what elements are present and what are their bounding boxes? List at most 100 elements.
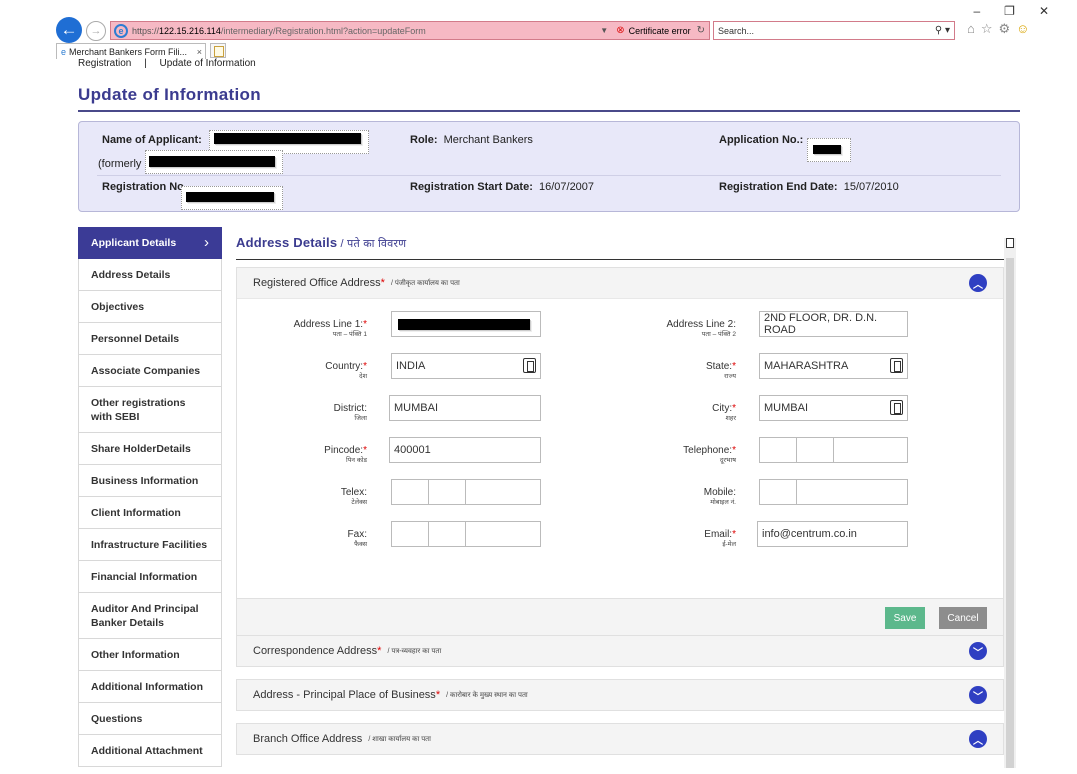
sidebar-item-financial-information[interactable]: Financial Information [78, 561, 222, 593]
accordion-title-hi: / कारोबार के मुख्य स्थान का पता [446, 691, 528, 699]
chevron-down-icon[interactable]: ﹀ [969, 686, 987, 704]
state-select[interactable]: MAHARASHTRA [759, 353, 908, 379]
address-line2-input[interactable]: 2ND FLOOR, DR. D.N. ROAD [759, 311, 908, 337]
telephone-number-input[interactable] [833, 437, 908, 463]
chevron-up-icon[interactable]: ︿ [969, 274, 987, 292]
accordion-title-hi: / शाखा कार्यालय का पता [368, 735, 431, 743]
required-marker: * [435, 689, 441, 701]
application-number-label: Application No.: [719, 134, 804, 146]
mobile-code-input[interactable] [759, 479, 797, 505]
redaction-bar [149, 156, 275, 167]
role-value: Merchant Bankers [443, 134, 533, 146]
certificate-error[interactable]: Certificate error [629, 26, 691, 36]
pincode-label: Pincode:* पिन कोड [324, 445, 367, 464]
branch-office-header[interactable]: Branch Office Address / शाखा कार्यालय का… [237, 724, 1003, 754]
url-path: /intermediary/Registration.html?action=u… [220, 25, 426, 36]
sidebar-item-shareholder-details[interactable]: Share HolderDetails [78, 433, 222, 465]
sidebar-item-client-information[interactable]: Client Information [78, 497, 222, 529]
reg-end-value: 15/07/2010 [843, 181, 899, 193]
browser-tab[interactable]: e Merchant Bankers Form Fili... × [56, 43, 206, 59]
certificate-error-icon[interactable]: ⊗ [616, 25, 624, 36]
sidebar-item-auditor-banker[interactable]: Auditor And Principal Banker Details [78, 593, 222, 639]
mobile-number-input[interactable] [796, 479, 908, 505]
scrollbar-box-icon[interactable] [1006, 238, 1014, 248]
sidebar-item-associate-companies[interactable]: Associate Companies [78, 355, 222, 387]
forward-arrow-icon[interactable]: → [86, 21, 106, 41]
sidebar-item-personnel-details[interactable]: Personnel Details [78, 323, 222, 355]
telephone-std-input[interactable] [796, 437, 834, 463]
city-select[interactable]: MUMBAI [759, 395, 908, 421]
address-dropdown-icon[interactable]: ▼ [600, 26, 608, 35]
fax-number-input[interactable] [465, 521, 541, 547]
role: Role: Merchant Bankers [410, 134, 533, 146]
principal-place-header[interactable]: Address - Principal Place of Business * /… [237, 680, 1003, 710]
redaction-bar [813, 145, 841, 154]
redaction-bar [214, 133, 361, 144]
select-dropdown-icon[interactable] [890, 358, 903, 373]
telex-code-input[interactable] [391, 479, 429, 505]
tab-close-icon[interactable]: × [197, 47, 202, 57]
page-title: Update of Information [78, 85, 261, 104]
minimize-icon[interactable]: – [973, 4, 980, 18]
telex-std-input[interactable] [428, 479, 466, 505]
sidebar-item-address-details[interactable]: Address Details [78, 259, 222, 291]
sidebar-item-questions[interactable]: Questions [78, 703, 222, 735]
gear-icon[interactable]: ⚙ [999, 21, 1011, 37]
smiley-icon[interactable]: ☺ [1016, 21, 1029, 37]
search-icon[interactable]: ⚲ ▾ [935, 25, 950, 36]
reg-start: Registration Start Date: 16/07/2007 [410, 181, 594, 193]
accordion-title-hi: / पत्र-व्यवहार का पता [387, 647, 442, 655]
select-dropdown-icon[interactable] [890, 400, 903, 415]
sidebar-item-label: Other registrations with SEBI [91, 396, 186, 423]
chevron-up-icon[interactable]: ︿ [969, 730, 987, 748]
sidebar-item-applicant-details[interactable]: Applicant Details › [78, 227, 222, 259]
sidebar-item-objectives[interactable]: Objectives [78, 291, 222, 323]
star-icon[interactable]: ☆ [981, 21, 993, 37]
breadcrumb: Registration | Update of Information [78, 58, 256, 69]
address-bar[interactable]: e https:// 122.15.216.114 /intermediary/… [110, 21, 710, 40]
reg-start-value: 16/07/2007 [538, 181, 595, 193]
section-divider [236, 259, 1004, 260]
sidebar-item-label: Infrastructure Facilities [91, 538, 208, 551]
accordion-title: Correspondence Address [253, 645, 378, 657]
sidebar-item-other-information[interactable]: Other Information [78, 639, 222, 671]
correspondence-header[interactable]: Correspondence Address * / पत्र-व्यवहार क… [237, 636, 1003, 666]
address-line1-input[interactable] [391, 311, 541, 337]
redaction-bar [398, 319, 530, 330]
select-dropdown-icon[interactable] [523, 358, 536, 373]
back-arrow-icon[interactable]: ← [56, 17, 82, 43]
sidebar-item-infrastructure-facilities[interactable]: Infrastructure Facilities [78, 529, 222, 561]
restore-icon[interactable]: ❐ [1004, 4, 1015, 18]
cancel-button[interactable]: Cancel [939, 607, 987, 629]
breadcrumb-registration[interactable]: Registration [78, 58, 131, 69]
fax-code-input[interactable] [391, 521, 429, 547]
applicant-info-panel: Name of Applicant: (formerly Role: Merch… [78, 121, 1020, 212]
name-of-applicant-label: Name of Applicant: [102, 134, 202, 146]
country-select[interactable]: INDIA [391, 353, 541, 379]
accordion-title: Branch Office Address [253, 733, 363, 745]
new-tab-button[interactable] [210, 43, 226, 58]
fax-std-input[interactable] [428, 521, 466, 547]
sidebar-item-additional-attachment[interactable]: Additional Attachment [78, 735, 222, 767]
browser-search-input[interactable]: Search... ⚲ ▾ [713, 21, 955, 40]
email-input[interactable]: info@centrum.co.in [757, 521, 908, 547]
close-window-icon[interactable]: ✕ [1039, 4, 1049, 18]
window-controls: – ❐ ✕ [973, 4, 1049, 18]
pincode-input[interactable]: 400001 [389, 437, 541, 463]
breadcrumb-separator: | [144, 58, 147, 69]
sidebar-item-business-information[interactable]: Business Information [78, 465, 222, 497]
telephone-code-input[interactable] [759, 437, 797, 463]
sidebar-item-other-registrations[interactable]: Other registrations with SEBI [78, 387, 222, 433]
sidebar-item-label: Financial Information [91, 570, 198, 583]
scrollbar-thumb[interactable] [1006, 258, 1014, 768]
save-button[interactable]: Save [885, 607, 925, 629]
registered-office-header[interactable]: Registered Office Address * / पंजीकृत कार… [237, 268, 1003, 298]
refresh-icon[interactable]: ↻ [697, 25, 705, 36]
title-divider [78, 110, 1020, 112]
telex-number-input[interactable] [465, 479, 541, 505]
chevron-down-icon[interactable]: ﹀ [969, 642, 987, 660]
home-icon[interactable]: ⌂ [967, 21, 975, 37]
sidebar-item-additional-information[interactable]: Additional Information [78, 671, 222, 703]
tab-favicon-icon: e [61, 46, 67, 57]
district-input[interactable]: MUMBAI [389, 395, 541, 421]
